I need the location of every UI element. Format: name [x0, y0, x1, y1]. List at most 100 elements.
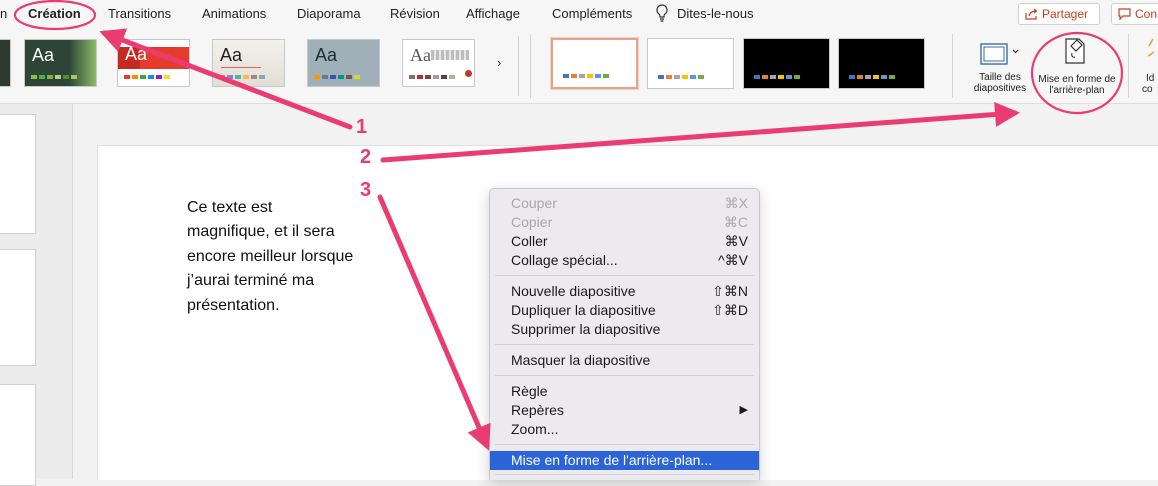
- comments-button[interactable]: Con: [1111, 3, 1158, 25]
- ribbon-divider: [530, 34, 531, 98]
- menu-item-delete-slide[interactable]: Supprimer la diapositive: [490, 320, 759, 339]
- variant-thumbnail-selected[interactable]: [551, 38, 638, 89]
- variant-swatches: [849, 75, 895, 79]
- menu-item-shortcut: ⌘V: [724, 233, 748, 249]
- menu-item-duplicate-slide[interactable]: Dupliquer la diapositive ⇧⌘D: [490, 301, 759, 320]
- submenu-arrow-icon: ▶: [739, 404, 748, 416]
- share-button[interactable]: Partager: [1018, 3, 1100, 25]
- theme-dot: [465, 70, 472, 77]
- tab-revision[interactable]: Révision: [390, 6, 440, 21]
- menu-item-label: Repères: [511, 402, 564, 418]
- tab-animations[interactable]: Animations: [202, 6, 266, 21]
- menu-item-shortcut: ⇧⌘D: [712, 302, 748, 318]
- menu-item-label: Collage spécial...: [511, 252, 618, 268]
- theme-swatches: [409, 75, 455, 79]
- tab-home-partial[interactable]: n: [0, 6, 7, 21]
- slide-size-label: Taille des diapositives: [973, 72, 1027, 94]
- format-background-label: Mise en forme de l'arrière-plan: [1038, 74, 1116, 96]
- tab-affichage[interactable]: Affichage: [466, 6, 520, 21]
- tell-me-search[interactable]: Dites-le-nous: [677, 6, 754, 21]
- theme-aa: Aa: [32, 45, 55, 65]
- theme-rule: [221, 67, 261, 68]
- variant-thumbnail[interactable]: [838, 38, 925, 89]
- theme-texture: [431, 50, 469, 60]
- menu-item-label: Nouvelle diapositive: [511, 283, 636, 299]
- theme-swatches: [31, 75, 77, 79]
- menu-item-label: Mise en forme de l'arrière-plan...: [511, 452, 713, 468]
- menu-item-shortcut: ⌘C: [723, 214, 748, 230]
- ribbon: Aa Aa Aa Aa Aa › Taille des diapositives…: [0, 30, 1158, 104]
- menu-separator: [495, 344, 754, 345]
- annotation-step-3: 3: [360, 179, 372, 201]
- menu-item-shortcut: ^⌘V: [718, 252, 748, 268]
- menu-item-ruler[interactable]: Règle: [490, 382, 759, 401]
- slide-thumbnail[interactable]: [0, 249, 36, 366]
- menu-item-paste[interactable]: Coller ⌘V: [490, 232, 759, 251]
- annotation-step-1: 1: [356, 116, 368, 138]
- menu-item-zoom[interactable]: Zoom...: [490, 420, 759, 439]
- menu-item-label: Dupliquer la diapositive: [511, 302, 656, 318]
- menu-item-cut: Couper ⌘X: [490, 194, 759, 213]
- menu-item-shortcut: ⇧⌘N: [712, 283, 748, 299]
- tab-transitions[interactable]: Transitions: [108, 6, 171, 21]
- designer-ideas-label[interactable]: Id: [1146, 73, 1154, 84]
- share-icon: [1025, 8, 1038, 20]
- menu-item-new-slide[interactable]: Nouvelle diapositive ⇧⌘N: [490, 282, 759, 301]
- comments-label: Con: [1135, 7, 1158, 21]
- menu-item-label: Supprimer la diapositive: [511, 321, 661, 337]
- menu-item-label: Coller: [511, 233, 548, 249]
- slide-size-button[interactable]: Taille des diapositives: [966, 36, 1032, 96]
- designer-ideas-icon: [1147, 36, 1158, 71]
- variant-swatches: [563, 74, 609, 78]
- menu-item-paste-special[interactable]: Collage spécial... ^⌘V: [490, 251, 759, 270]
- ribbon-divider: [518, 36, 519, 96]
- menu-item-copy: Copier ⌘C: [490, 213, 759, 232]
- context-menu: Couper ⌘X Copier ⌘C Coller ⌘V Collage spéci…: [489, 188, 760, 480]
- format-background-icon: [1065, 38, 1085, 64]
- theme-aa: Aa: [125, 44, 148, 64]
- comment-icon: [1118, 8, 1131, 20]
- theme-swatches: [314, 75, 360, 79]
- variant-swatches: [754, 75, 800, 79]
- theme-thumbnail-partial[interactable]: [0, 39, 11, 87]
- designer-ideas-label2: co: [1142, 84, 1153, 95]
- menu-separator: [495, 444, 754, 445]
- theme-swatches: [219, 75, 265, 79]
- ribbon-tab-bar: n Création Transitions Animations Diapor…: [0, 0, 1158, 30]
- slide-thumbnail-pane[interactable]: [0, 104, 73, 486]
- theme-thumbnail[interactable]: Aa: [402, 39, 475, 87]
- variant-thumbnail[interactable]: [743, 38, 830, 89]
- slide-thumbnail[interactable]: [0, 384, 36, 486]
- menu-separator: [495, 275, 754, 276]
- menu-item-label: Zoom...: [511, 421, 559, 437]
- share-label: Partager: [1042, 7, 1089, 21]
- tab-creation[interactable]: Création: [28, 6, 81, 21]
- menu-item-label: Couper: [511, 195, 557, 211]
- menu-item-label: Copier: [511, 214, 553, 230]
- menu-item-format-background[interactable]: Mise en forme de l'arrière-plan...: [490, 451, 759, 470]
- theme-swatches: [124, 75, 170, 79]
- annotation-step-2: 2: [360, 146, 372, 168]
- menu-item-hide-slide[interactable]: Masquer la diapositive: [490, 351, 759, 370]
- tab-diaporama[interactable]: Diaporama: [297, 6, 361, 21]
- ribbon-divider: [952, 34, 953, 98]
- menu-item-label: Règle: [511, 383, 548, 399]
- theme-thumbnail[interactable]: Aa: [117, 39, 190, 87]
- variant-thumbnail[interactable]: [647, 38, 734, 89]
- menu-item-guides[interactable]: Repères ▶: [490, 401, 759, 420]
- lightbulb-icon: [656, 4, 668, 27]
- tab-complements[interactable]: Compléments: [552, 6, 632, 21]
- gallery-more-icon[interactable]: ›: [497, 55, 501, 70]
- slide-thumbnail[interactable]: [0, 114, 36, 234]
- theme-aa: Aa: [315, 45, 338, 65]
- menu-separator: [495, 375, 754, 376]
- menu-item-shortcut: ⌘X: [724, 195, 748, 211]
- menu-item-label: Masquer la diapositive: [511, 352, 651, 368]
- theme-thumbnail[interactable]: Aa: [24, 39, 97, 87]
- theme-thumbnail[interactable]: Aa: [307, 39, 380, 87]
- theme-thumbnail[interactable]: Aa: [212, 39, 285, 87]
- slide-text-box[interactable]: Ce texte est magnifique, et il sera enco…: [187, 196, 357, 318]
- menu-separator: [495, 474, 754, 475]
- theme-aa: Aa: [220, 45, 243, 65]
- format-background-button[interactable]: Mise en forme de l'arrière-plan: [1036, 36, 1118, 96]
